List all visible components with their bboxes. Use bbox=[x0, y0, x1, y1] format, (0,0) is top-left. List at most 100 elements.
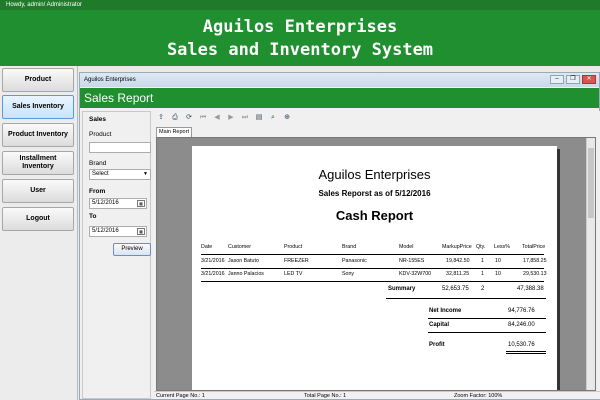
banner-system-name: Sales and Inventory System bbox=[166, 40, 434, 60]
cell-markup-price: 32,811.25 bbox=[446, 271, 470, 277]
col-model: Model bbox=[399, 244, 414, 250]
export-icon[interactable]: ⇪ bbox=[156, 113, 166, 123]
brand-select-value: Select bbox=[92, 171, 109, 177]
capital-label: Capital bbox=[429, 322, 450, 328]
cell-less: 10 bbox=[495, 258, 501, 264]
report-title: Cash Report bbox=[335, 208, 414, 223]
report-subtitle: Sales Reporst as of 5/12/2016 bbox=[318, 189, 431, 198]
cell-qty: 1 bbox=[481, 258, 484, 264]
app-titlebar: Howdy, admin/ Administrator bbox=[0, 0, 600, 10]
minimize-button[interactable]: – bbox=[550, 75, 564, 84]
sales-report-window: Aguilos Enterprises – ❐ ✕ Sales Report S… bbox=[79, 72, 600, 400]
last-page-icon[interactable]: ⏭ bbox=[240, 113, 250, 123]
report-page: Aguilos Enterprises Sales Reporst as of … bbox=[192, 146, 557, 390]
chevron-down-icon: ▼ bbox=[143, 171, 148, 177]
tab-main-report[interactable]: Main Report bbox=[156, 127, 192, 137]
nav-sales-inventory-button[interactable]: Sales Inventory bbox=[2, 95, 74, 119]
cell-markup-price: 19,842.50 bbox=[446, 258, 470, 264]
col-product: Product bbox=[284, 244, 303, 250]
brand-select[interactable]: Select ▼ bbox=[89, 169, 151, 180]
restore-button[interactable]: ❐ bbox=[566, 75, 580, 84]
row-rule bbox=[201, 268, 544, 269]
calendar-icon[interactable]: ▦ bbox=[137, 228, 145, 235]
nav-logout-button[interactable]: Logout bbox=[2, 207, 74, 231]
to-label: To bbox=[89, 213, 97, 220]
preview-button[interactable]: Preview bbox=[113, 243, 151, 256]
cell-total-price: 29,530.13 bbox=[523, 271, 547, 277]
net-income-rule bbox=[428, 318, 546, 319]
nav-product-inventory-button[interactable]: Product Inventory bbox=[2, 123, 74, 147]
window-title: Howdy, admin/ Administrator bbox=[6, 2, 82, 8]
from-date-value: 5/12/2016 bbox=[92, 200, 119, 206]
cell-total-price: 17,858.25 bbox=[523, 258, 547, 264]
nav-user-button[interactable]: User bbox=[2, 179, 74, 203]
cell-product: LED TV bbox=[284, 271, 303, 277]
zoom-icon[interactable]: ⊕ bbox=[282, 113, 292, 123]
print-icon[interactable]: ⎙ bbox=[170, 113, 180, 123]
report-toolbar: ⇪ ⎙ ⟳ ⏮ ◀ ▶ ⏭ ▤ ⌕ ⊕ bbox=[154, 111, 600, 125]
cell-model: KDV-32W700 bbox=[399, 271, 432, 277]
profit-double-rule bbox=[506, 353, 546, 354]
zoom-status: Zoom Factor: 100% bbox=[454, 393, 503, 399]
profit-rule bbox=[506, 351, 546, 352]
col-brand: Brand bbox=[342, 244, 357, 250]
table-row: 3/21/2016 Janno Palacios LED TV Sony KDV… bbox=[192, 271, 557, 279]
cell-model: NR-155ES bbox=[399, 258, 425, 264]
col-total-price: TotalPrice bbox=[522, 244, 546, 250]
first-page-icon[interactable]: ⏮ bbox=[198, 113, 208, 123]
table-row: 3/21/2016 Jason Batuto FREEZER Panasonic… bbox=[192, 258, 557, 266]
banner-company: Aguilos Enterprises bbox=[202, 17, 398, 37]
col-markup-price: MarkupPrice bbox=[442, 244, 472, 250]
cell-customer: Janno Palacios bbox=[228, 271, 264, 277]
cell-product: FREEZER bbox=[284, 258, 309, 264]
capital-value: 84,246.00 bbox=[508, 322, 535, 328]
col-date: Date bbox=[201, 244, 213, 250]
summary-label: Summary bbox=[388, 286, 416, 292]
col-less: Less% bbox=[494, 244, 510, 250]
report-table-header: Date Customer Product Brand Model Markup… bbox=[192, 244, 557, 252]
report-company: Aguilos Enterprises bbox=[318, 167, 431, 182]
summary-rule bbox=[386, 298, 546, 299]
goto-page-icon[interactable]: ▤ bbox=[254, 113, 264, 123]
filter-panel: Sales Product Brand Select ▼ From 5/12/2… bbox=[82, 111, 151, 399]
product-label: Product bbox=[89, 131, 112, 138]
header-rule bbox=[201, 254, 544, 255]
viewer-statusbar: Current Page No.: 1 Total Page No.: 1 Zo… bbox=[154, 391, 600, 399]
brand-label: Brand bbox=[89, 160, 107, 167]
refresh-icon[interactable]: ⟳ bbox=[184, 113, 194, 123]
search-icon[interactable]: ⌕ bbox=[268, 113, 278, 123]
left-nav: Product Sales Inventory Product Inventor… bbox=[0, 66, 78, 400]
report-viewer: ⇪ ⎙ ⟳ ⏮ ◀ ▶ ⏭ ▤ ⌕ ⊕ Main Report Aguilos … bbox=[154, 111, 600, 399]
nav-installment-inventory-button[interactable]: Installment Inventory bbox=[2, 151, 74, 175]
nav-product-button[interactable]: Product bbox=[2, 68, 74, 92]
row-rule bbox=[201, 281, 544, 282]
scrollbar-thumb[interactable] bbox=[588, 148, 594, 218]
from-label: From bbox=[89, 188, 106, 195]
cell-date: 3/21/2016 bbox=[201, 271, 225, 277]
previous-page-icon[interactable]: ◀ bbox=[212, 113, 222, 123]
window-controls: – ❐ ✕ bbox=[550, 75, 596, 84]
close-button[interactable]: ✕ bbox=[582, 75, 596, 84]
cell-brand: Panasonic bbox=[342, 258, 367, 264]
product-input[interactable] bbox=[89, 142, 151, 153]
report-canvas: Aguilos Enterprises Sales Reporst as of … bbox=[156, 137, 596, 391]
net-income-label: Net Income bbox=[429, 308, 462, 314]
child-title: Aguilos Enterprises bbox=[84, 77, 136, 83]
current-page-status: Current Page No.: 1 bbox=[156, 393, 205, 399]
next-page-icon[interactable]: ▶ bbox=[226, 113, 236, 123]
total-page-status: Total Page No.: 1 bbox=[304, 393, 347, 399]
report-scrollbar[interactable] bbox=[586, 138, 595, 390]
cell-date: 3/21/2016 bbox=[201, 258, 225, 264]
cell-less: 10 bbox=[495, 271, 501, 277]
calendar-icon[interactable]: ▦ bbox=[137, 200, 145, 207]
app-banner: Aguilos Enterprises Sales and Inventory … bbox=[0, 10, 600, 66]
col-qty: Qty. bbox=[476, 244, 486, 250]
summary-qty: 2 bbox=[481, 286, 485, 292]
to-date-picker[interactable]: 5/12/2016 ▦ bbox=[89, 226, 147, 237]
col-customer: Customer bbox=[228, 244, 251, 250]
to-date-value: 5/12/2016 bbox=[92, 228, 119, 234]
summary-total: 47,388.38 bbox=[517, 286, 544, 292]
cell-brand: Sony bbox=[342, 271, 355, 277]
profit-value: 10,530.76 bbox=[508, 342, 535, 348]
from-date-picker[interactable]: 5/12/2016 ▦ bbox=[89, 198, 147, 209]
